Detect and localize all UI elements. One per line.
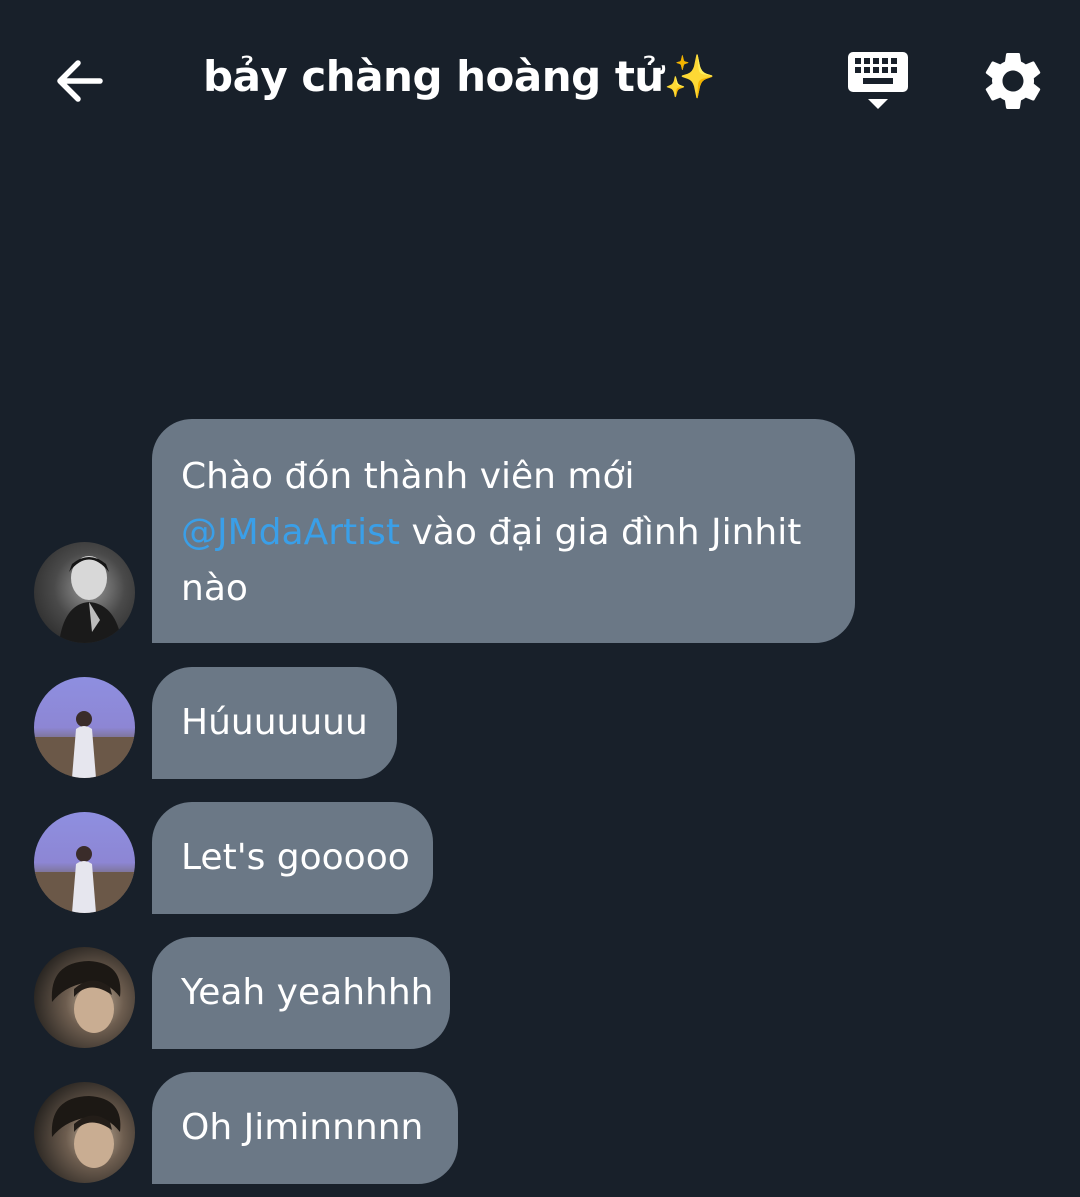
keyboard-hide-icon [848,52,908,109]
avatar[interactable] [34,947,135,1048]
chat-title: bảy chàng hoàng tử✨ [203,52,716,101]
avatar[interactable] [34,542,135,643]
avatar[interactable] [34,812,135,913]
avatar-photo [34,711,135,778]
message-text-line: Chào đón thành viên mới [181,456,635,497]
message-bubble[interactable]: Húuuuuuu [152,667,397,779]
back-button[interactable] [48,50,110,112]
avatar-photo [51,961,121,1033]
message-text-span: vào đại gia đình Jinhit [411,512,802,553]
message-text-line: nào [181,568,248,609]
message-bubble[interactable]: Chào đón thành viên mới @JMdaArtist vào … [152,419,855,643]
message-text: Yeah yeahhhh [181,972,434,1013]
message-bubble[interactable]: Oh Jiminnnnn [152,1072,458,1184]
message-text: Let's gooooo [181,837,410,878]
avatar-photo [59,556,122,643]
chat-screen: bảy chàng hoàng tử✨ Chào đón thành viên … [0,0,1080,1197]
avatar-photo [51,1096,121,1168]
chat-header: bảy chàng hoàng tử✨ [0,0,1080,165]
gear-icon [985,52,1041,109]
message-text: Húuuuuuu [181,702,368,743]
message-text-line: @JMdaArtist vào đại gia đình Jinhit [181,505,826,561]
avatar[interactable] [34,677,135,778]
keyboard-toggle-button[interactable] [842,47,914,115]
arrow-left-icon [57,60,103,102]
user-mention-link[interactable]: @JMdaArtist [181,512,400,553]
message-bubble[interactable]: Let's gooooo [152,802,433,914]
settings-button[interactable] [978,46,1048,116]
avatar-photo [34,846,135,913]
message-bubble[interactable]: Yeah yeahhhh [152,937,450,1049]
message-text: Oh Jiminnnnn [181,1107,424,1148]
avatar[interactable] [34,1082,135,1183]
